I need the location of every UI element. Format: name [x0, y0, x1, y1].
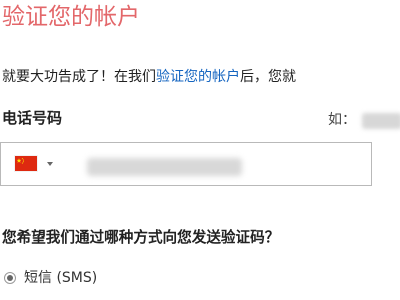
country-code-selector[interactable] [15, 153, 65, 175]
phone-number-value-redacted [87, 158, 242, 176]
china-flag-icon [15, 156, 37, 171]
intro-prefix: 就要大功告成了！在我们 [2, 69, 156, 85]
verification-method-question: 您希望我们通过哪种方式向您发送验证码？ [2, 229, 280, 246]
sms-option-label: 短信 (SMS) [24, 270, 98, 286]
phone-input-field[interactable] [0, 142, 372, 186]
sms-radio-button[interactable] [4, 272, 16, 284]
example-number-redacted [362, 113, 400, 129]
verification-page: 验证您的帐户 就要大功告成了！在我们验证您的帐户后，您就 电话号码 如： 您希望… [0, 0, 400, 300]
sms-option[interactable]: 短信 (SMS) [4, 268, 97, 288]
example-prefix-label: 如： [328, 112, 356, 128]
intro-suffix: 后，您就 [240, 69, 296, 85]
intro-text: 就要大功告成了！在我们验证您的帐户后，您就 [2, 68, 296, 86]
phone-number-label: 电话号码 [2, 109, 63, 127]
chevron-down-icon [47, 162, 53, 166]
verify-account-link[interactable]: 验证您的帐户 [156, 69, 240, 85]
page-title: 验证您的帐户 [2, 4, 140, 30]
